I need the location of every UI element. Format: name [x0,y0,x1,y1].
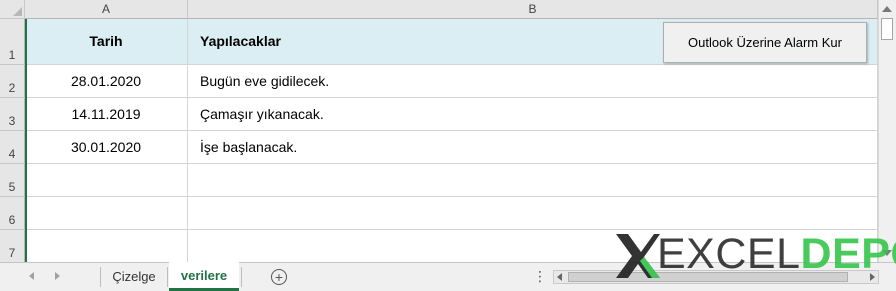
row-header-4[interactable]: 4 [0,131,25,164]
cell-a4[interactable]: 30.01.2020 [25,131,188,164]
column-header-b[interactable]: B [188,0,878,19]
cell-b3[interactable]: Çamaşır yıkanacak. [188,98,878,131]
cell-b5[interactable] [188,164,878,197]
cell-b4[interactable]: İşe başlanacak. [188,131,878,164]
row-header-1[interactable]: 1 [0,19,25,65]
watermark-text: EXCELDEPO [657,229,896,279]
sheet-tab-verilere[interactable]: verilere [169,262,239,291]
row-header-2[interactable]: 2 [0,65,25,98]
next-sheet-icon[interactable] [55,272,60,280]
column-header-a[interactable]: A [25,0,188,19]
outlook-alarm-button[interactable]: Outlook Üzerine Alarm Kur [663,22,867,63]
row-header-7[interactable]: 7 [0,230,25,262]
cell-a7[interactable] [25,230,188,262]
watermark-excel: EXCEL [657,230,801,278]
cell-a2[interactable]: 28.01.2020 [25,65,188,98]
select-all-corner[interactable] [0,0,25,19]
scroll-up-icon[interactable] [882,6,892,12]
excel-depo-logo [616,234,660,278]
cell-a5[interactable] [25,164,188,197]
row-header-3[interactable]: 3 [0,98,25,131]
watermark-depo: DEPO [800,230,896,278]
selection-edge [25,19,27,262]
vertical-scroll-thumb[interactable] [881,18,893,40]
header-cell-tarih[interactable]: Tarih [25,19,188,65]
tab-divider [241,267,242,287]
cell-b2[interactable]: Bugün eve gidilecek. [188,65,878,98]
sheet-tab-cizelge[interactable]: Çizelge [102,263,166,291]
vertical-ellipsis-icon[interactable]: ⋮ [533,268,547,284]
tab-divider [167,267,168,287]
row-header-5[interactable]: 5 [0,164,25,197]
tab-divider [100,267,101,287]
vertical-scrollbar[interactable] [878,0,896,262]
cell-a6[interactable] [25,197,188,230]
plus-circle-icon[interactable]: + [271,269,287,285]
row-header-6[interactable]: 6 [0,197,25,230]
worksheet-grid: A B 1 2 3 4 5 6 7 Tarih Yapılacaklar 28.… [0,0,878,262]
prev-sheet-icon[interactable] [29,272,34,280]
cell-a3[interactable]: 14.11.2019 [25,98,188,131]
cell-b6[interactable] [188,197,878,230]
scroll-left-icon[interactable] [557,273,562,281]
